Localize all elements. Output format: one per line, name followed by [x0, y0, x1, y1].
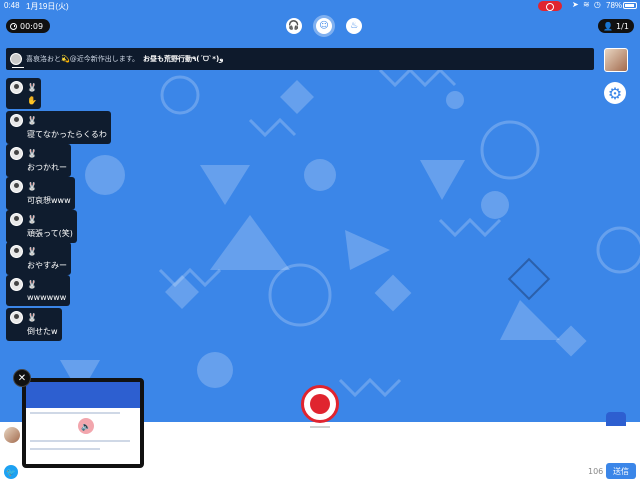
- record-button[interactable]: [301, 385, 339, 423]
- twitter-icon[interactable]: 🐦: [4, 465, 18, 479]
- headset-icon[interactable]: 🎧: [286, 18, 302, 34]
- person-icon: 👤: [603, 21, 614, 31]
- rabbit-icon: 🐰: [27, 182, 37, 191]
- top-mode-icons: 🎧 ☺ ♨: [286, 15, 362, 37]
- stream-timer: 00:09: [6, 19, 50, 33]
- rabbit-icon: 🐰: [27, 83, 37, 92]
- preview-line: [30, 412, 120, 414]
- chat-message: 🐰 おつかれー: [6, 144, 71, 177]
- banner-highlight: お昼も荒野行動٩(ˊᗜˋ*)و: [143, 55, 224, 63]
- clock-icon: [10, 22, 17, 30]
- viewer-count[interactable]: 👤 1/1: [598, 19, 634, 33]
- chat-message: 🐰 頑張って(笑): [6, 210, 77, 243]
- chat-message: 🐰 おやすみー: [6, 242, 71, 275]
- rabbit-icon: 🐰: [27, 247, 37, 256]
- banner-avatar: [10, 53, 22, 65]
- flame-icon[interactable]: ♨: [346, 18, 362, 34]
- location-icon: ➤: [572, 0, 580, 9]
- send-button[interactable]: 送信: [606, 463, 636, 479]
- status-time: 0:48: [4, 1, 20, 10]
- chat-text: 頑張って(笑): [27, 229, 73, 238]
- smile-icon[interactable]: ☺: [313, 15, 335, 37]
- battery-percent: 78%: [606, 1, 623, 10]
- chat-message: 🐰 wwwwww: [6, 275, 71, 306]
- rabbit-icon: 🐰: [27, 280, 37, 289]
- alarm-icon: ◷: [593, 0, 602, 9]
- avatar[interactable]: [10, 180, 23, 193]
- status-bar: 0:48 1月19日(火) ➤ ≋ ◷ 78%: [0, 0, 640, 12]
- rabbit-icon: 🐰: [27, 116, 37, 125]
- screen-recording-indicator[interactable]: [538, 1, 562, 11]
- battery-icon: [623, 2, 637, 9]
- user-avatar[interactable]: [4, 427, 20, 443]
- chat-message: 🐰 寝てなかったらくるわ: [6, 111, 111, 144]
- preview-screen: 🔈: [26, 382, 140, 464]
- mute-icon: 🔈: [78, 418, 94, 434]
- chat-message: 🐰 ✋: [6, 78, 41, 109]
- avatar[interactable]: [10, 81, 23, 94]
- rabbit-icon: 🐰: [27, 149, 37, 158]
- avatar[interactable]: [10, 147, 23, 160]
- screen-preview[interactable]: 🔈: [22, 378, 144, 468]
- status-icons: ➤ ≋ ◷: [572, 0, 602, 9]
- avatar[interactable]: [10, 114, 23, 127]
- chat-text: ✋: [27, 96, 37, 105]
- rabbit-icon: 🐰: [27, 215, 37, 224]
- char-counter: 106: [588, 467, 604, 476]
- rabbit-icon: 🐰: [27, 313, 37, 322]
- record-indicator-line: [310, 426, 330, 428]
- status-date: 1月19日(火): [26, 2, 69, 11]
- chat-text: おつかれー: [27, 163, 67, 172]
- banner-underline: [12, 67, 24, 68]
- preview-line: [30, 440, 130, 442]
- chat-message: 🐰 可哀想www: [6, 177, 75, 210]
- wifi-icon: ≋: [582, 0, 591, 9]
- chat-message: 🐰 倒せたw: [6, 308, 62, 341]
- preview-topbar: [26, 382, 140, 408]
- avatar[interactable]: [10, 245, 23, 258]
- chat-text: 倒せたw: [27, 327, 58, 336]
- viewer-count-value: 1/1: [616, 21, 629, 31]
- preview-line: [30, 448, 100, 450]
- side-tab[interactable]: [606, 412, 626, 426]
- chat-text: 可哀想www: [27, 196, 71, 205]
- avatar[interactable]: [10, 213, 23, 226]
- chat-text: おやすみー: [27, 261, 67, 270]
- gear-icon[interactable]: ⚙: [604, 82, 626, 104]
- avatar[interactable]: [10, 278, 23, 291]
- chat-text: 寝てなかったらくるわ: [27, 130, 107, 139]
- close-icon[interactable]: ✕: [13, 369, 31, 387]
- notice-banner[interactable]: 喜哀洛おと💫@近今新作出します。 お昼も荒野行動٩(ˊᗜˋ*)و: [6, 48, 594, 70]
- avatar[interactable]: [10, 311, 23, 324]
- stream-timer-value: 00:09: [20, 21, 44, 31]
- host-avatar[interactable]: [604, 48, 628, 72]
- chat-text: wwwwww: [27, 293, 67, 302]
- banner-notice: 喜哀洛おと💫@近今新作出します。: [26, 55, 140, 63]
